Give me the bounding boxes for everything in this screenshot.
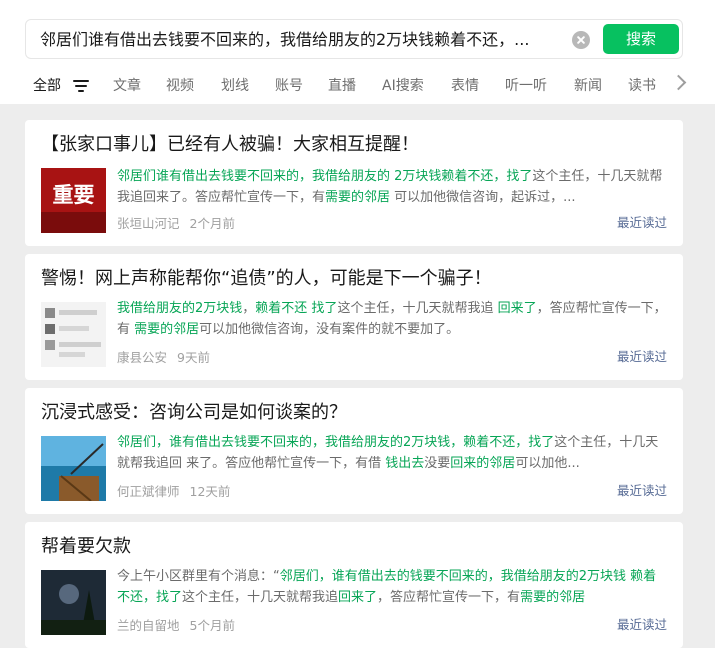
tab-stickers[interactable]: 表情 [451,76,479,96]
snippet-text: 可以加他微信咨询，起诉过，... [390,190,576,205]
result-meta: 康县公安 9天前 [117,347,210,366]
result-thumbnail: 重要 [41,168,106,233]
filter-icon[interactable] [73,79,89,93]
snippet-highlight: 需要的邻居 [520,590,586,605]
snippet-text: ，答应帮忙宣传一下，有 [377,590,521,605]
snippet-text: 这个主任，十几天就帮我追 [182,590,339,605]
result-meta: 何正斌律师 12天前 [117,481,230,500]
snippet-highlight: 我借给朋友的2万块钱 [117,301,243,316]
search-box[interactable]: 邻居们谁有借出去钱要不回来的，我借给朋友的2万块钱赖着不还，... 搜索 [25,19,683,59]
result-card[interactable]: 警惕！网上声称能帮你“追债”的人，可能是下一个骗子！ 我借给朋友的2万块钱，赖着… [25,254,683,380]
tab-news[interactable]: 新闻 [574,76,602,96]
recently-read-label: 最近读过 [616,349,667,364]
snippet-text: 这个主任，十几天就帮我追 [337,301,498,316]
snippet-text: 可以加他微信咨询，没有案件的就不要加了。 [199,322,460,337]
snippet-highlight: 邻居们，谁有借出去钱要不回来的，我借给朋友的2万块钱，赖着不还，找了 [117,435,555,450]
thumbnail-text: 重要 [53,183,95,207]
top-bar: 邻居们谁有借出去钱要不回来的，我借给朋友的2万块钱赖着不还，... 搜索 全部 … [0,0,715,104]
tab-accounts[interactable]: 账号 [275,76,303,96]
tab-live[interactable]: 直播 [328,76,356,96]
tab-ai-search[interactable]: AI搜索 [382,76,424,96]
result-thumbnail [41,302,106,367]
search-button[interactable]: 搜索 [603,24,679,54]
snippet-highlight: 邻居们谁有借出去钱要不回来的，我借给朋友的 2万块钱赖着不还，找了 [117,169,533,184]
result-time: 5个月前 [189,618,235,633]
snippet-text: 可以加他... [515,456,580,471]
recently-read-label: 最近读过 [616,617,667,632]
result-card[interactable]: 【张家口事儿】已经有人被骗！大家相互提醒！ 重要 邻居们谁有借出去钱要不回来的，… [25,120,683,246]
result-title[interactable]: 【张家口事儿】已经有人被骗！大家相互提醒！ [41,132,661,158]
snippet-highlight: 钱出去 [385,456,425,471]
result-snippet: 邻居们谁有借出去钱要不回来的，我借给朋友的 2万块钱赖着不还，找了这个主任，十几… [117,166,667,208]
result-time: 12天前 [189,484,231,499]
result-meta: 张垣山河记 2个月前 [117,213,235,232]
result-title[interactable]: 警惕！网上声称能帮你“追债”的人，可能是下一个骗子！ [41,266,661,292]
tab-listen[interactable]: 听一听 [505,76,547,96]
tab-articles[interactable]: 文章 [113,76,141,96]
search-input[interactable]: 邻居们谁有借出去钱要不回来的，我借给朋友的2万块钱赖着不还，... [40,29,560,51]
snippet-highlight: 回来了 [338,590,378,605]
snippet-highlight: 需要的邻居 [134,322,200,337]
result-source[interactable]: 兰的自留地 [117,618,180,633]
tab-bar: 全部 文章 视频 划线 账号 直播 AI搜索 表情 听一听 新闻 读书 [33,76,693,98]
snippet-highlight: 回来了 [497,301,537,316]
tab-reading[interactable]: 读书 [628,76,656,96]
result-card[interactable]: 帮着要欠款 今上午小区群里有个消息：“邻居们，谁有借出去的钱要不回来的，我借给朋… [25,522,683,648]
tab-highlights[interactable]: 划线 [221,76,249,96]
snippet-highlight: 需要的邻居 [325,190,391,205]
result-title[interactable]: 帮着要欠款 [41,534,661,560]
snippet-text: 今上午小区群里有个消息：“ [117,569,280,584]
result-thumbnail [41,436,106,501]
snippet-highlight: 回来的邻居 [450,456,516,471]
result-snippet: 邻居们，谁有借出去钱要不回来的，我借给朋友的2万块钱，赖着不还，找了这个主任，十… [117,432,667,474]
result-source[interactable]: 康县公安 [117,350,167,365]
tab-all[interactable]: 全部 [33,76,61,96]
snippet-text: 没要 [424,456,451,471]
result-snippet: 我借给朋友的2万块钱，赖着不还 找了这个主任，十几天就帮我追 回来了，答应帮忙宣… [117,298,667,340]
result-thumbnail [41,570,106,635]
tab-videos[interactable]: 视频 [166,76,194,96]
result-card[interactable]: 沉浸式感受：咨询公司是如何谈案的？ 邻居们，谁有借出去钱要不回来的，我借给朋友的… [25,388,683,514]
result-source[interactable]: 何正斌律师 [117,484,180,499]
recently-read-label: 最近读过 [616,483,667,498]
snippet-text: ， [242,301,256,316]
recently-read-label: 最近读过 [616,215,667,230]
result-meta: 兰的自留地 5个月前 [117,615,235,634]
result-snippet: 今上午小区群里有个消息：“邻居们，谁有借出去的钱要不回来的，我借给朋友的2万块钱… [117,566,667,608]
result-time: 2个月前 [189,216,235,231]
snippet-highlight: 赖着不还 找了 [255,301,338,316]
result-time: 9天前 [177,350,210,365]
clear-icon[interactable] [572,31,590,49]
result-source[interactable]: 张垣山河记 [117,216,180,231]
result-title[interactable]: 沉浸式感受：咨询公司是如何谈案的？ [41,400,661,426]
